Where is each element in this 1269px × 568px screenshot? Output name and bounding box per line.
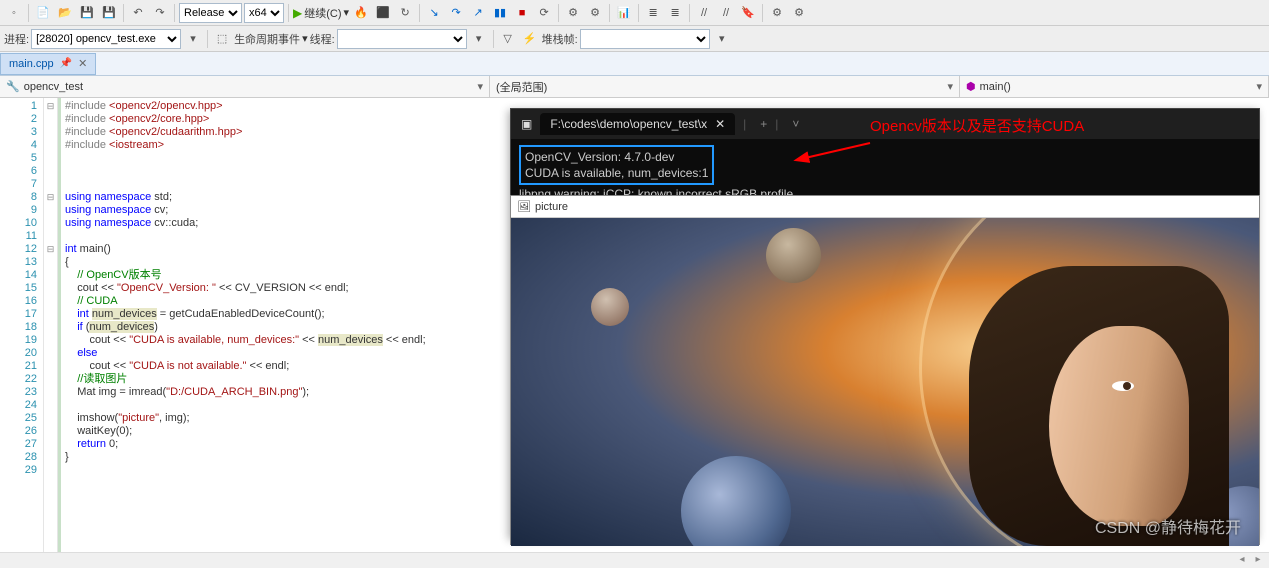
picture-content: CSDN @静待梅花开: [511, 218, 1259, 546]
open-icon[interactable]: 📂: [55, 3, 75, 23]
process-dd-icon[interactable]: ▾: [183, 29, 203, 49]
image-icon: 🖼: [517, 200, 531, 213]
chart-icon[interactable]: 📊: [614, 3, 634, 23]
process-select[interactable]: [28020] opencv_test.exe: [31, 29, 181, 49]
function-icon: ⬢: [966, 80, 976, 93]
close-icon[interactable]: ✕: [715, 117, 725, 131]
pause-icon[interactable]: ▮▮: [490, 3, 510, 23]
picture-window: 🖼 picture CSDN @静待梅花开: [510, 195, 1260, 545]
misc-icon-4[interactable]: ⚙: [789, 3, 809, 23]
bookmark-icon[interactable]: 🔖: [738, 3, 758, 23]
refresh-icon[interactable]: ⟳: [534, 3, 554, 23]
lifecycle-icon[interactable]: ⬚: [212, 29, 232, 49]
platform-select[interactable]: x64: [244, 3, 284, 23]
stackframe-select[interactable]: [580, 29, 710, 49]
uncomment-icon[interactable]: //: [716, 3, 736, 23]
hot-reload-icon[interactable]: 🔥: [351, 3, 371, 23]
pin-icon[interactable]: 📌: [60, 58, 72, 69]
stop-debug-icon[interactable]: ⬛: [373, 3, 393, 23]
watermark: CSDN @静待梅花开: [1095, 514, 1241, 538]
wrench-icon: 🔧: [6, 80, 20, 93]
nav-scope[interactable]: (全局范围) ▾: [490, 76, 960, 97]
toolbar-main: ◦ 📄 📂 💾 💾 ↶ ↷ Release x64 ▶ 继续(C) ▾ 🔥 ⬛ …: [0, 0, 1269, 26]
nav-function[interactable]: ⬢ main() ▾: [960, 76, 1269, 97]
save-icon[interactable]: 💾: [77, 3, 97, 23]
nav-project[interactable]: 🔧 opencv_test ▾: [0, 76, 490, 97]
config-select[interactable]: Release: [179, 3, 242, 23]
misc-icon-3[interactable]: ⚙: [767, 3, 787, 23]
tab-label: main.cpp: [9, 58, 54, 70]
comment-icon[interactable]: //: [694, 3, 714, 23]
misc-icon[interactable]: ⚙: [563, 3, 583, 23]
console-tab[interactable]: F:\codes\demo\opencv_test\x ✕: [540, 113, 735, 135]
annotation-arrow: [800, 138, 880, 171]
nav-back-icon[interactable]: ◦: [4, 3, 24, 23]
step-out-icon[interactable]: ↗: [468, 3, 488, 23]
save-all-icon[interactable]: 💾: [99, 3, 119, 23]
fold-gutter[interactable]: ⊟⊟⊟: [44, 98, 58, 568]
misc-icon-2[interactable]: ⚙: [585, 3, 605, 23]
indent-icon[interactable]: ≣: [643, 3, 663, 23]
chevron-down-icon: ▾: [477, 80, 483, 93]
restart-icon[interactable]: ↻: [395, 3, 415, 23]
add-tab-icon[interactable]: +: [760, 117, 767, 131]
outdent-icon[interactable]: ≣: [665, 3, 685, 23]
console-highlighted: OpenCV_Version: 4.7.0-dev CUDA is availa…: [519, 145, 714, 185]
threads-icon[interactable]: ⚡: [520, 29, 540, 49]
close-icon[interactable]: ✕: [78, 57, 87, 70]
undo-icon[interactable]: ↶: [128, 3, 148, 23]
scroll-right-icon[interactable]: ▸: [1251, 554, 1265, 568]
stackframe-label: 堆栈帧:: [542, 31, 578, 47]
new-file-icon[interactable]: 📄: [33, 3, 53, 23]
step-over-icon[interactable]: ↷: [446, 3, 466, 23]
thread-label: 线程:: [310, 31, 335, 47]
h-scrollbar[interactable]: ◂ ▸: [0, 552, 1269, 568]
chevron-down-icon: ▾: [1256, 80, 1262, 93]
thread-select[interactable]: [337, 29, 467, 49]
stop-icon[interactable]: ■: [512, 3, 532, 23]
terminal-icon: ▣: [521, 117, 532, 131]
continue-icon[interactable]: ▶: [293, 6, 302, 20]
continue-label[interactable]: 继续(C): [304, 5, 341, 21]
code-navbar: 🔧 opencv_test ▾ (全局范围) ▾ ⬢ main() ▾: [0, 76, 1269, 98]
line-gutter: 1234567891011121314151617181920212223242…: [0, 98, 44, 568]
document-tabs: main.cpp 📌 ✕: [0, 52, 1269, 76]
filter-icon[interactable]: ▽: [498, 29, 518, 49]
picture-titlebar[interactable]: 🖼 picture: [511, 196, 1259, 218]
redo-icon[interactable]: ↷: [150, 3, 170, 23]
lifecycle-label: 生命周期事件: [234, 31, 300, 47]
tab-main-cpp[interactable]: main.cpp 📌 ✕: [0, 53, 96, 75]
toolbar-debug: 进程: [28020] opencv_test.exe ▾ ⬚ 生命周期事件 ▾…: [0, 26, 1269, 52]
step-into-icon[interactable]: ↘: [424, 3, 444, 23]
chevron-down-icon[interactable]: ˅: [792, 117, 799, 131]
scroll-left-icon[interactable]: ◂: [1235, 554, 1249, 568]
chevron-down-icon: ▾: [947, 80, 953, 93]
process-label: 进程:: [4, 31, 29, 47]
annotation-text: Opencv版本以及是否支持CUDA: [870, 115, 1084, 136]
